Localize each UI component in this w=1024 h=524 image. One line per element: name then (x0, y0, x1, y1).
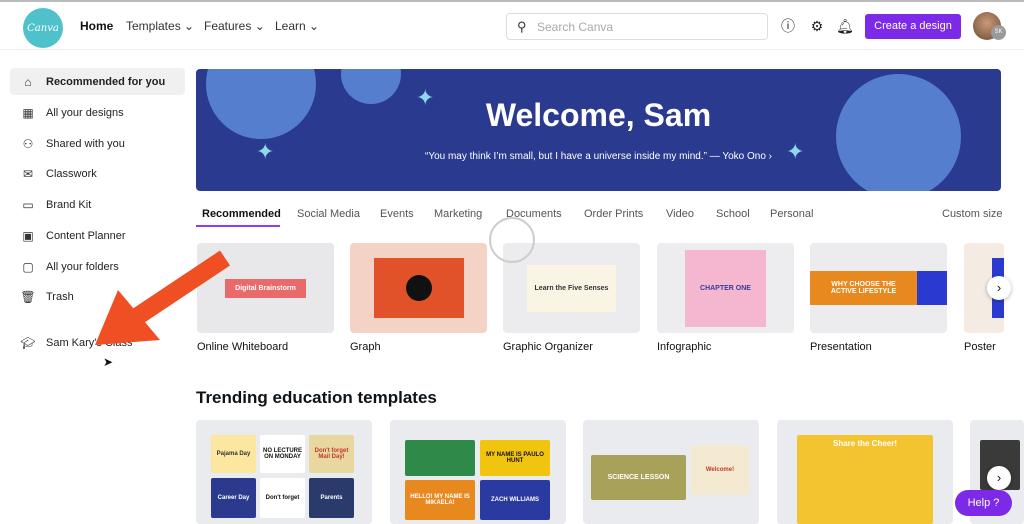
nav-home[interactable]: Home (80, 19, 113, 33)
thumb-graph[interactable] (350, 243, 487, 333)
brand-icon: ▭ (22, 197, 34, 212)
template-text: Don't forget Mail Day! (309, 435, 354, 473)
template-text: Don't forget (260, 478, 305, 518)
tab-recommended[interactable]: Recommended (202, 208, 281, 220)
thumb-text: WHY CHOOSE THE ACTIVE LIFESTYLE (810, 271, 947, 305)
search-icon: ⚲ (517, 19, 527, 34)
template-text: MY NAME IS PAULO HUNT (480, 440, 550, 476)
template-preview (405, 440, 475, 476)
tab-video[interactable]: Video (666, 208, 694, 220)
template-text: HELLO! MY NAME IS MIKAELA! (405, 480, 475, 520)
top-header: Canva Home Templates ⌄ Features ⌄ Learn … (0, 2, 1024, 50)
home-icon: ⌂ (24, 74, 32, 89)
sidebar-item-label: All your designs (46, 106, 124, 119)
sidebar-item-brand-kit[interactable]: ▭ Brand Kit (10, 191, 185, 218)
custom-size-button[interactable]: Custom size (942, 208, 1003, 220)
template-text: Pajama Day (211, 435, 256, 473)
sidebar-item-recommended[interactable]: ⌂ Recommended for you (10, 68, 185, 95)
help-button[interactable]: Help ? (955, 490, 1012, 516)
design-type-label[interactable]: Infographic (657, 341, 711, 353)
design-type-label[interactable]: Graphic Organizer (503, 341, 593, 353)
tab-events[interactable]: Events (380, 208, 414, 220)
thumb-presentation[interactable]: WHY CHOOSE THE ACTIVE LIFESTYLE (810, 243, 947, 333)
template-text: ZACH WILLIAMS (480, 480, 550, 520)
sidebar-item-label: Content Planner (46, 229, 126, 242)
template-card[interactable]: Share the Cheer! (777, 420, 953, 524)
sidebar-item-classwork[interactable]: ✉ Classwork (10, 160, 185, 187)
thumb-text: Digital Brainstorm (225, 278, 306, 298)
sidebar-item-folders[interactable]: ▢ All your folders (10, 253, 185, 280)
chevron-right-icon[interactable]: › (987, 466, 1011, 490)
banner-quote[interactable]: “You may think I’m small, but I have a u… (196, 151, 1001, 162)
trash-icon: 🗑︎ (20, 289, 36, 304)
template-text: NO LECTURE ON MONDAY (260, 435, 305, 473)
sidebar-item-label: All your folders (46, 260, 119, 273)
chevron-right-icon[interactable]: › (987, 276, 1011, 300)
design-type-label[interactable]: Presentation (810, 341, 872, 353)
graph-preview (373, 258, 464, 318)
help-icon[interactable]: ⓘ (779, 17, 797, 35)
nav-features[interactable]: Features ⌄ (204, 19, 265, 33)
gear-icon[interactable]: ⚙ (808, 17, 826, 35)
trending-heading: Trending education templates (196, 388, 437, 407)
canva-logo[interactable]: Canva (23, 8, 63, 48)
template-card[interactable]: MY NAME IS PAULO HUNT HELLO! MY NAME IS … (390, 420, 566, 524)
search-input[interactable]: ⚲ Search Canva (506, 13, 768, 40)
template-text: Parents (309, 478, 354, 518)
search-placeholder: Search Canva (537, 20, 614, 34)
graph-center (405, 275, 432, 301)
template-text: SCIENCE LESSON (591, 455, 686, 500)
welcome-title: Welcome, Sam (485, 97, 712, 133)
sidebar-item-label: Trash (46, 290, 74, 303)
thumb-text: CHAPTER ONE (685, 249, 766, 327)
template-text: Career Day (211, 478, 256, 518)
sidebar-item-label: Brand Kit (46, 198, 92, 211)
mouse-cursor-icon: ➤ (103, 355, 114, 369)
sidebar-item-label: Classwork (46, 167, 97, 180)
sidebar-item-label: Sam Kary's Class (46, 336, 133, 349)
sidebar-item-label: Recommended for you (46, 75, 166, 88)
people-icon: ⚇ (22, 136, 34, 151)
calendar-icon: ▣ (22, 228, 34, 243)
bell-icon[interactable]: 🔔︎ (836, 17, 854, 35)
zoom-cursor-overlay (489, 217, 535, 263)
inbox-icon: ✉ (22, 166, 34, 181)
thumb-text: Learn the Five Senses (526, 264, 617, 312)
template-text: Share the Cheer! (797, 435, 933, 524)
nav-templates[interactable]: Templates ⌄ (126, 19, 194, 33)
design-type-label[interactable]: Graph (350, 341, 381, 353)
sidebar-item-shared[interactable]: ⚇ Shared with you (10, 130, 185, 157)
template-card[interactable]: SCIENCE LESSON Welcome! (583, 420, 759, 524)
grid-icon: ▦ (22, 105, 34, 120)
design-type-label[interactable]: Online Whiteboard (197, 341, 288, 353)
sidebar-item-label: Shared with you (46, 137, 125, 150)
template-card[interactable]: Pajama Day NO LECTURE ON MONDAY Don't fo… (196, 420, 372, 524)
sidebar-item-content-planner[interactable]: ▣ Content Planner (10, 222, 185, 249)
create-design-button[interactable]: Create a design (865, 14, 961, 39)
folder-icon: ▢ (22, 259, 34, 274)
tab-order-prints[interactable]: Order Prints (584, 208, 643, 220)
tab-marketing[interactable]: Marketing (434, 208, 482, 220)
sidebar-item-designs[interactable]: ▦ All your designs (10, 99, 185, 126)
tab-school[interactable]: School (716, 208, 750, 220)
nav-home-label: Home (80, 19, 114, 33)
nav-learn[interactable]: Learn ⌄ (275, 19, 319, 33)
tab-social-media[interactable]: Social Media (297, 208, 360, 220)
graduation-cap-icon: 🎓︎ (20, 335, 36, 350)
welcome-banner: ✦ ✦ ✦ Welcome, Sam “You may think I’m sm… (196, 69, 1001, 191)
sidebar-item-class[interactable]: 🎓︎ Sam Kary's Class (10, 329, 185, 356)
tab-personal[interactable]: Personal (770, 208, 813, 220)
template-text: Welcome! (691, 445, 749, 495)
avatar-initials: SK (991, 25, 1006, 40)
thumb-online-whiteboard[interactable]: Digital Brainstorm (197, 243, 334, 333)
design-type-label[interactable]: Poster (964, 341, 996, 353)
sidebar-item-trash[interactable]: 🗑︎ Trash (10, 283, 185, 310)
active-tab-indicator (196, 225, 280, 227)
thumb-infographic[interactable]: CHAPTER ONE (657, 243, 794, 333)
